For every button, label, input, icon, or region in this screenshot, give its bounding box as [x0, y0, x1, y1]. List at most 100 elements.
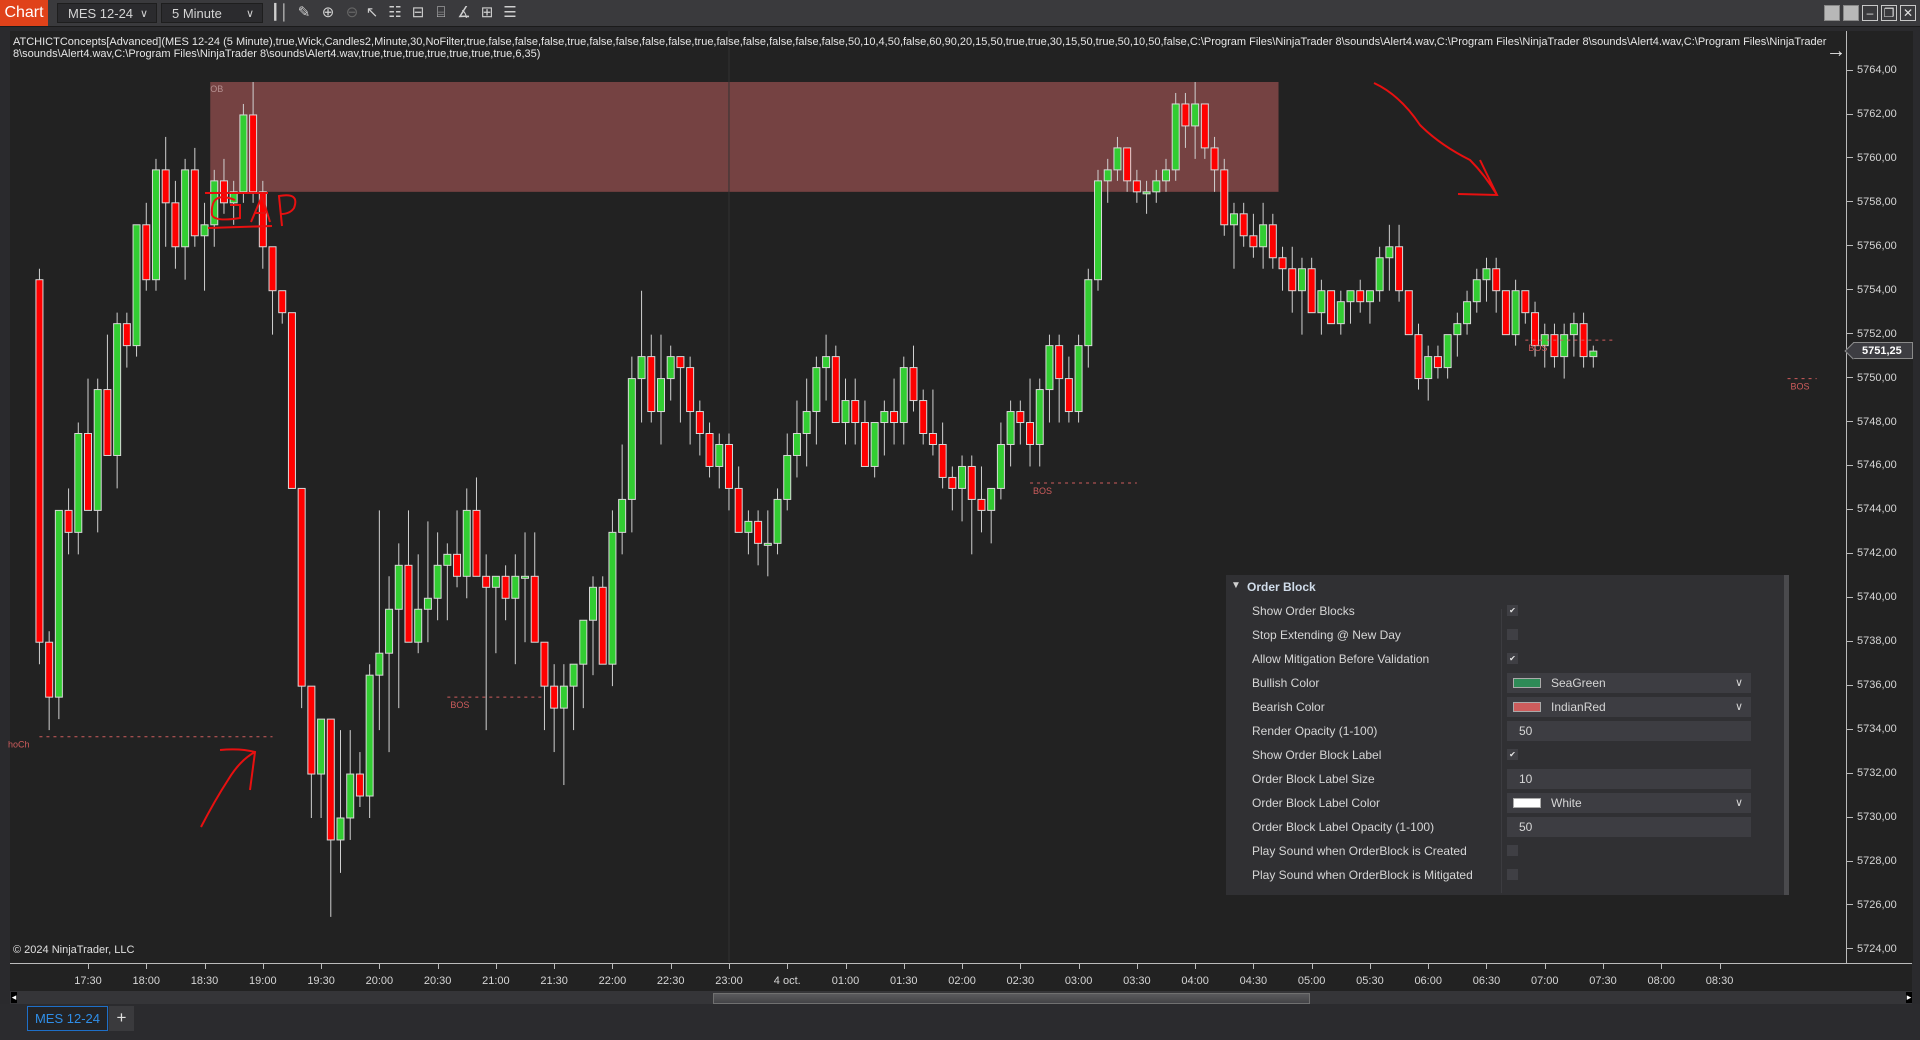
scrollbar-thumb[interactable] [713, 993, 1310, 1004]
time-tick-mark [146, 964, 148, 969]
property-value: IndianRed [1551, 700, 1606, 714]
price-tick-label: 5740,00 [1847, 591, 1917, 603]
property-value: 10 [1519, 772, 1533, 786]
price-tick-label: 5726,00 [1847, 899, 1917, 911]
chevron-down-icon: ∨ [1734, 677, 1743, 689]
property-checkbox[interactable]: ✔ [1507, 653, 1518, 664]
property-row: Allow Mitigation Before Validation ✔ [1226, 647, 1784, 671]
section-header[interactable]: ▼ Order Block [1226, 575, 1784, 599]
color-swatch [1513, 702, 1541, 712]
time-tick-mark [1195, 964, 1197, 969]
scroll-left-icon[interactable]: ◂ [11, 992, 17, 1003]
property-row: Bullish Color SeaGreen ∨ [1226, 671, 1784, 695]
instrument-selector[interactable]: MES 12-24 ∨ [57, 3, 157, 23]
strategies-icon[interactable]: ∡ [454, 3, 474, 23]
time-tick-label: 19:00 [249, 975, 277, 987]
price-tick-label: 5742,00 [1847, 547, 1917, 559]
color-dropdown[interactable]: IndianRed ∨ [1507, 697, 1751, 717]
property-checkbox[interactable]: ✔ [1507, 749, 1518, 760]
property-label: Order Block Label Opacity (1-100) [1252, 820, 1435, 834]
time-tick-mark [962, 964, 964, 969]
pointer-icon[interactable]: ↖ [362, 3, 382, 23]
bar-type-icon[interactable]: ┃│ [270, 3, 290, 23]
time-tick-mark [1311, 964, 1313, 969]
chevron-down-icon: ∨ [1734, 701, 1743, 713]
time-tick-mark [204, 964, 206, 969]
templates-icon[interactable]: ⊞ [477, 3, 497, 23]
property-label: Bullish Color [1252, 676, 1320, 690]
price-tick-label: 5760,00 [1847, 152, 1917, 164]
time-tick-label: 03:00 [1064, 975, 1093, 987]
time-tick-mark [612, 964, 614, 969]
price-tick-label: 5732,00 [1847, 767, 1917, 779]
time-tick-mark [787, 964, 789, 969]
property-value: 50 [1519, 820, 1533, 834]
time-tick-label: 05:00 [1297, 975, 1326, 987]
property-checkbox[interactable] [1507, 845, 1518, 856]
price-tick-label: 5744,00 [1847, 503, 1917, 515]
add-tab-button[interactable]: + [109, 1006, 134, 1031]
price-tick-label: 5752,00 [1847, 328, 1917, 340]
section-title: Order Block [1247, 580, 1316, 594]
chart-menu-button[interactable]: Chart [0, 0, 48, 26]
color-dropdown[interactable]: SeaGreen ∨ [1507, 673, 1751, 693]
price-tick-label: 5748,00 [1847, 416, 1917, 428]
time-tick-mark [670, 964, 672, 969]
zoom-in-icon[interactable]: ⊕ [318, 3, 338, 23]
restore-icon[interactable]: ❐ [1881, 5, 1897, 21]
time-tick-mark [1020, 964, 1022, 969]
property-checkbox[interactable] [1507, 629, 1518, 640]
property-label: Allow Mitigation Before Validation [1252, 652, 1430, 666]
chevron-down-icon: ∨ [1734, 797, 1743, 809]
indicator-label: ATCHICTConcepts[Advanced](MES 12-24 (5 M… [13, 36, 1827, 60]
property-input[interactable]: 50 [1507, 721, 1751, 741]
list-icon[interactable]: ☰ [500, 3, 520, 23]
property-input[interactable]: 10 [1507, 769, 1751, 789]
time-tick-label: 04:00 [1181, 975, 1209, 987]
time-tick-mark [1661, 964, 1663, 969]
property-checkbox[interactable] [1507, 869, 1518, 880]
scroll-right-icon[interactable]: ▸ [1906, 992, 1912, 1003]
time-tick-label: 02:30 [1006, 975, 1035, 987]
time-tick-mark [437, 964, 439, 969]
price-tick-label: 5754,00 [1847, 284, 1917, 296]
price-axis[interactable] [1846, 31, 1913, 963]
property-label: Bearish Color [1252, 700, 1325, 714]
time-tick-label: 18:00 [132, 975, 161, 987]
property-label: Order Block Label Color [1252, 796, 1381, 810]
properties-icon[interactable]: ⊟ [408, 3, 428, 23]
tab-instrument[interactable]: MES 12-24 [27, 1006, 108, 1031]
indicators-icon[interactable]: ⌸ [431, 3, 451, 23]
time-tick-label: 05:30 [1356, 975, 1384, 987]
chevron-down-icon: ∨ [139, 8, 148, 20]
time-tick-mark [1603, 964, 1605, 969]
zoom-out-icon[interactable]: ⊖ [342, 3, 362, 23]
minimize-icon[interactable]: – [1862, 5, 1878, 21]
color-dropdown[interactable]: White ∨ [1507, 793, 1751, 813]
time-tick-label: 18:30 [190, 975, 219, 987]
price-tick-label: 5764,00 [1847, 64, 1917, 76]
drawing-tools-icon[interactable]: ✎ [294, 3, 314, 23]
time-tick-label: 08:30 [1705, 975, 1734, 987]
interval-value: 5 Minute [172, 6, 222, 21]
arrow-right-icon[interactable]: → [1826, 40, 1846, 63]
window-tile-icon[interactable] [1843, 5, 1859, 21]
property-row: Render Opacity (1-100) 50 [1226, 719, 1784, 743]
property-row: Order Block Label Opacity (1-100) 50 [1226, 815, 1784, 839]
window-tile-icon[interactable] [1824, 5, 1840, 21]
time-tick-label: 22:30 [656, 975, 685, 987]
property-row: Play Sound when OrderBlock is Created [1226, 839, 1784, 863]
close-icon[interactable]: ✕ [1900, 5, 1916, 21]
color-swatch [1513, 678, 1541, 688]
property-checkbox[interactable]: ✔ [1507, 605, 1518, 616]
collapse-triangle-icon[interactable]: ▼ [1231, 580, 1241, 591]
copyright: © 2024 NinjaTrader, LLC [13, 944, 135, 956]
property-value: SeaGreen [1551, 676, 1606, 690]
tab-bar [0, 1004, 1920, 1040]
property-input[interactable]: 50 [1507, 817, 1751, 837]
instrument-value: MES 12-24 [68, 6, 134, 21]
data-box-icon[interactable]: ☷ [385, 3, 405, 23]
price-tick-label: 5730,00 [1847, 811, 1917, 823]
interval-selector[interactable]: 5 Minute ∨ [161, 3, 263, 23]
time-tick-label: 01:30 [890, 975, 918, 987]
